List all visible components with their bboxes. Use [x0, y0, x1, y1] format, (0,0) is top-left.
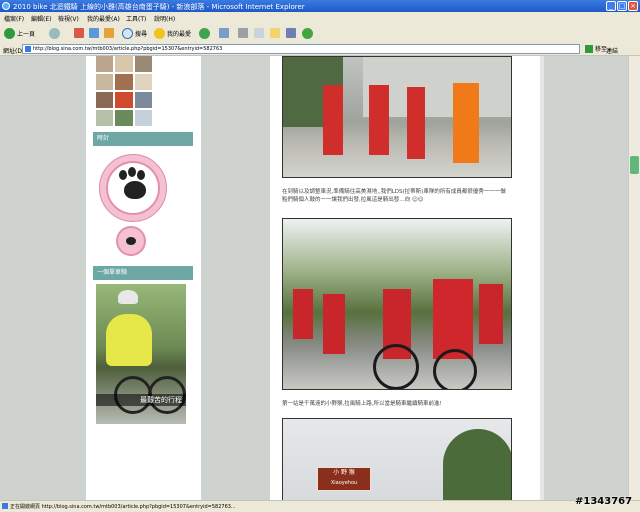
menu-tools[interactable]: 工具(T): [126, 14, 146, 23]
messenger-icon: [302, 27, 313, 39]
thumbnail[interactable]: [115, 92, 133, 108]
watermark: #1343767: [575, 496, 633, 507]
thumbnail[interactable]: [134, 110, 152, 126]
ride-section-title: 一個單車騎: [93, 266, 193, 280]
stop-button[interactable]: [74, 26, 84, 40]
messenger-button[interactable]: [302, 26, 313, 40]
stop-icon: [74, 28, 84, 38]
menu-view[interactable]: 檢視(V): [58, 14, 79, 23]
history-button[interactable]: [199, 26, 210, 40]
menu-help[interactable]: 說明(H): [154, 14, 175, 23]
links-button[interactable]: 連結: [606, 46, 618, 55]
print-button[interactable]: [238, 26, 248, 40]
thumbnail[interactable]: [96, 74, 114, 90]
menu-favorites[interactable]: 我的最愛(A): [87, 14, 120, 23]
refresh-icon: [89, 28, 99, 38]
thumbnail[interactable]: [115, 74, 133, 90]
title-bar: 2010 bike 北迴鐵騎 上線的小雞(高雄台南蛋子騎) - 新浪部落 - M…: [0, 0, 640, 12]
discuss-icon: [270, 28, 280, 38]
photo-caption-2: 第一站是千萬遠的小野猴,拉風騎上路,所以當是騎車繼續騎車前進!: [282, 401, 442, 407]
go-button[interactable]: 移至: [585, 44, 607, 53]
photo-caption-1: 在到騎以及調整車況,準備騎往高美濕地,,我們LDS(拉蒂斯)車隊的所有成員都很優…: [282, 189, 506, 203]
search-button[interactable]: 搜尋: [122, 26, 147, 40]
menu-edit[interactable]: 編輯(E): [31, 14, 51, 23]
blog-photo-group-ride[interactable]: [282, 218, 512, 390]
thumbnail[interactable]: [96, 56, 114, 72]
back-arrow-icon: [4, 27, 15, 39]
address-input[interactable]: http://blog.sina.com.tw/mtb003/article.p…: [22, 44, 580, 54]
toolbar: 上一頁 搜尋 我的最愛: [0, 23, 640, 44]
close-button[interactable]: ×: [628, 1, 638, 11]
clock-section-title: 時計: [93, 132, 193, 146]
minimize-button[interactable]: _: [606, 1, 616, 11]
window-title: 2010 bike 北迴鐵騎 上線的小雞(高雄台南蛋子騎) - 新浪部落 - M…: [13, 3, 305, 11]
blog-photo-warmup[interactable]: [282, 56, 512, 178]
scrollbar-thumb[interactable]: [630, 156, 639, 174]
star-icon: [154, 27, 165, 39]
status-bar: 正在開啟網頁 http://blog.sina.com.tw/mtb003/ar…: [0, 500, 640, 512]
paw-icon: [119, 170, 127, 180]
history-icon: [199, 27, 210, 39]
mail-button[interactable]: [219, 26, 229, 40]
maximize-button[interactable]: □: [617, 1, 627, 11]
mail-icon: [219, 28, 229, 38]
thumbnail[interactable]: [134, 92, 152, 108]
vertical-scrollbar[interactable]: [628, 56, 640, 500]
thumbnail[interactable]: [134, 56, 152, 72]
print-icon: [238, 28, 248, 38]
paw-button[interactable]: [116, 226, 146, 256]
page-icon: [25, 46, 31, 52]
thumbnail[interactable]: [96, 110, 114, 126]
home-icon: [104, 28, 114, 38]
page-viewport[interactable]: 時計 一個單車騎 最艱苦的行程 在到騎以及調整車況,準備騎往高美濕地,,我們LD…: [0, 56, 628, 500]
edit-icon: [254, 28, 264, 38]
refresh-button[interactable]: [89, 26, 99, 40]
rider-photo[interactable]: 最艱苦的行程: [96, 284, 186, 424]
main-column-edge: [540, 56, 544, 500]
thumbnail[interactable]: [96, 92, 114, 108]
thumbnail[interactable]: [134, 74, 152, 90]
menu-file[interactable]: 檔案(F): [4, 14, 24, 23]
forward-arrow-icon: [49, 27, 60, 39]
discuss-button[interactable]: [270, 26, 280, 40]
address-bar: 網址(D) http://blog.sina.com.tw/mtb003/art…: [0, 43, 640, 56]
thumbnail[interactable]: [115, 110, 133, 126]
forward-button[interactable]: [49, 26, 60, 40]
ie-logo-icon: [2, 2, 10, 10]
photo-thumbnails: [96, 56, 152, 126]
research-icon: [286, 28, 296, 38]
go-arrow-icon: [585, 44, 593, 53]
thumbnail[interactable]: [115, 56, 133, 72]
address-url: http://blog.sina.com.tw/mtb003/article.p…: [33, 46, 223, 52]
road-sign: 小 野 猴 Xiaoyehou: [317, 467, 371, 491]
favorites-button[interactable]: 我的最愛: [154, 26, 191, 40]
search-icon: [122, 27, 133, 39]
blog-photo-road-sign[interactable]: 小 野 猴 Xiaoyehou: [282, 418, 512, 500]
loading-icon: [2, 503, 8, 509]
status-text: 正在開啟網頁 http://blog.sina.com.tw/mtb003/ar…: [10, 504, 236, 510]
home-button[interactable]: [104, 26, 114, 40]
back-button[interactable]: 上一頁: [4, 26, 35, 40]
research-button[interactable]: [286, 26, 296, 40]
rider-photo-caption: 最艱苦的行程: [96, 394, 186, 406]
paw-icon: [126, 237, 136, 245]
paw-clock-widget: [99, 154, 167, 222]
edit-button[interactable]: [254, 26, 264, 40]
